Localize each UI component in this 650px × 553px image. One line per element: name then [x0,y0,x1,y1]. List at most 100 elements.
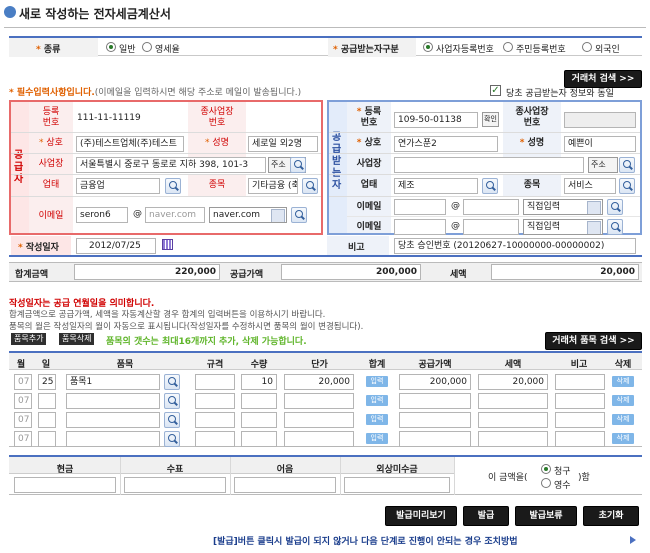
item-price-input[interactable] [284,393,354,409]
issue-help-link[interactable]: [발급]버튼 클릭시 발급이 되지 않거나 다음 단계로 진행이 안되는 경우 … [213,534,518,547]
item-total-input-button[interactable]: 입력 [366,414,388,425]
item-spec-input[interactable] [195,431,235,447]
item-search-icon[interactable] [164,431,180,447]
item-supply-input[interactable] [399,412,471,428]
buyer-email2-domain-input[interactable] [463,219,519,235]
buyer-address-button[interactable]: 주소 [588,157,618,173]
recv-radio-foreigner[interactable] [582,42,592,52]
item-tax-input[interactable] [478,412,548,428]
supplier-item-search-icon[interactable] [302,178,318,194]
supplier-biz-input[interactable]: 금융업 [76,178,160,194]
item-search-icon[interactable] [164,393,180,409]
delete-item-button[interactable]: 품목삭제 [59,333,95,345]
reset-button[interactable]: 초기화 [583,506,639,526]
item-day-input[interactable] [38,393,56,409]
buyer-email1-domain-input[interactable] [463,199,519,215]
item-spec-input[interactable] [195,412,235,428]
item-qty-input[interactable] [241,431,277,447]
item-tax-input[interactable]: 20,000 [478,374,548,390]
item-supply-input[interactable] [399,431,471,447]
item-month-input[interactable]: 07 [14,412,32,428]
item-tax-input[interactable] [478,431,548,447]
supplier-addr-input[interactable]: 서울특별시 중로구 동로로 지하 398, 101-3 [76,157,266,173]
item-name-input[interactable] [66,431,160,447]
remark-input[interactable]: 당초 승인번호 (20120627-10000000-00000002) [394,238,636,254]
item-day-input[interactable]: 25 [38,374,56,390]
pay-check-input[interactable] [124,477,226,493]
add-item-button[interactable]: 품목추가 [11,333,47,345]
item-price-input[interactable] [284,431,354,447]
write-date-input[interactable]: 2012/07/25 [76,238,156,254]
item-tax-input[interactable] [478,393,548,409]
receipt-radio[interactable] [541,478,551,488]
item-supply-input[interactable]: 200,000 [399,374,471,390]
buyer-email1-domain-select[interactable]: 직접입력 [523,199,603,215]
kind-radio-zero-rate[interactable] [142,42,152,52]
item-day-input[interactable] [38,431,56,447]
supplier-name-input[interactable]: (주)테스트업체(주)테스트 [76,136,184,152]
item-supply-input[interactable] [399,393,471,409]
preview-button[interactable]: 발급미리보기 [385,506,457,526]
buyer-email2-search-icon[interactable] [607,219,623,235]
supplier-biz-search-icon[interactable] [165,178,181,194]
item-delete-button[interactable]: 삭제 [612,433,634,444]
pay-cash-input[interactable] [14,477,116,493]
buyer-item-input[interactable]: 서비스 [564,178,616,194]
item-note-input[interactable] [555,412,605,428]
buyer-reg-confirm-button[interactable]: 확인 [482,112,499,127]
item-search-icon[interactable] [164,374,180,390]
item-day-input[interactable] [38,412,56,428]
buyer-address-search-icon[interactable] [619,157,635,173]
buyer-email1-search-icon[interactable] [607,199,623,215]
same-as-original-checkbox[interactable]: ✓ [490,85,501,96]
supplier-email-domain-select[interactable]: naver.com [209,207,287,223]
supplier-email-id-input[interactable]: seron6 [76,207,128,223]
buyer-branch-input[interactable] [564,112,636,128]
help-arrow-icon[interactable] [630,536,636,544]
item-spec-input[interactable] [195,393,235,409]
buyer-item-search-icon[interactable] [619,178,635,194]
item-search-icon[interactable] [164,412,180,428]
item-month-input[interactable]: 07 [14,431,32,447]
item-price-input[interactable]: 20,000 [284,374,354,390]
item-qty-input[interactable] [241,393,277,409]
item-price-input[interactable] [284,412,354,428]
buyer-reg-input[interactable]: 109-50-01138 [394,112,478,128]
buyer-biz-input[interactable]: 제조 [394,178,478,194]
item-delete-button[interactable]: 삭제 [612,395,634,406]
supplier-address-search-icon[interactable] [290,157,306,173]
buyer-name-input[interactable]: 연가스푼2 [394,136,498,152]
supplier-rep-input[interactable]: 세로일 외2명 [248,136,318,152]
item-qty-input[interactable] [241,412,277,428]
item-note-input[interactable] [555,393,605,409]
calendar-icon[interactable] [162,239,173,250]
issue-button[interactable]: 발급 [463,506,509,526]
buyer-email2-domain-select[interactable]: 직접입력 [523,219,603,235]
buyer-email2-id-input[interactable] [394,219,446,235]
kind-radio-general[interactable] [106,42,116,52]
item-month-input[interactable]: 07 [14,393,32,409]
item-name-input[interactable]: 품목1 [66,374,160,390]
item-name-input[interactable] [66,412,160,428]
item-month-input[interactable]: 07 [14,374,32,390]
item-total-input-button[interactable]: 입력 [366,433,388,444]
buyer-email1-id-input[interactable] [394,199,446,215]
item-total-input-button[interactable]: 입력 [366,376,388,387]
recv-radio-resident[interactable] [503,42,513,52]
pay-credit-input[interactable] [344,477,450,493]
item-note-input[interactable] [555,431,605,447]
item-note-input[interactable] [555,374,605,390]
supplier-email-domain-input[interactable]: naver.com [145,207,205,223]
buyer-addr-input[interactable] [394,157,584,173]
pay-note-input[interactable] [234,477,336,493]
item-delete-button[interactable]: 삭제 [612,414,634,425]
buyer-biz-search-icon[interactable] [482,178,498,194]
claim-radio[interactable] [541,464,551,474]
total-tax-value[interactable]: 20,000 [491,264,639,280]
item-qty-input[interactable]: 10 [241,374,277,390]
item-total-input-button[interactable]: 입력 [366,395,388,406]
item-delete-button[interactable]: 삭제 [612,376,634,387]
item-search-button[interactable]: 거래처 품목 검색 >> [545,332,642,350]
buyer-rep-input[interactable]: 예쁜이 [564,136,636,152]
supplier-item-input[interactable]: 기타금융 (축협) [248,178,298,194]
